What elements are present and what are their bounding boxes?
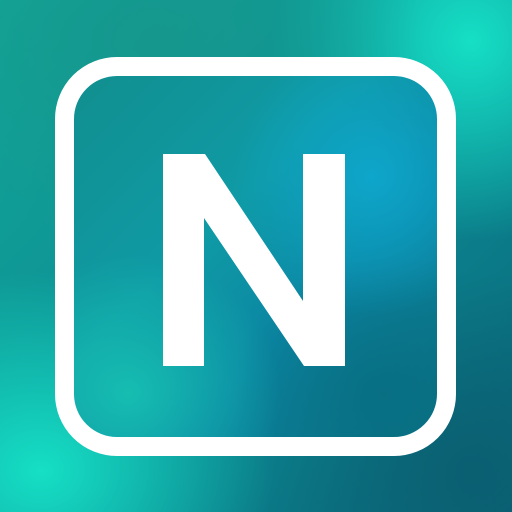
letter-n-icon: N — [163, 154, 345, 366]
app-icon: N — [0, 0, 512, 512]
